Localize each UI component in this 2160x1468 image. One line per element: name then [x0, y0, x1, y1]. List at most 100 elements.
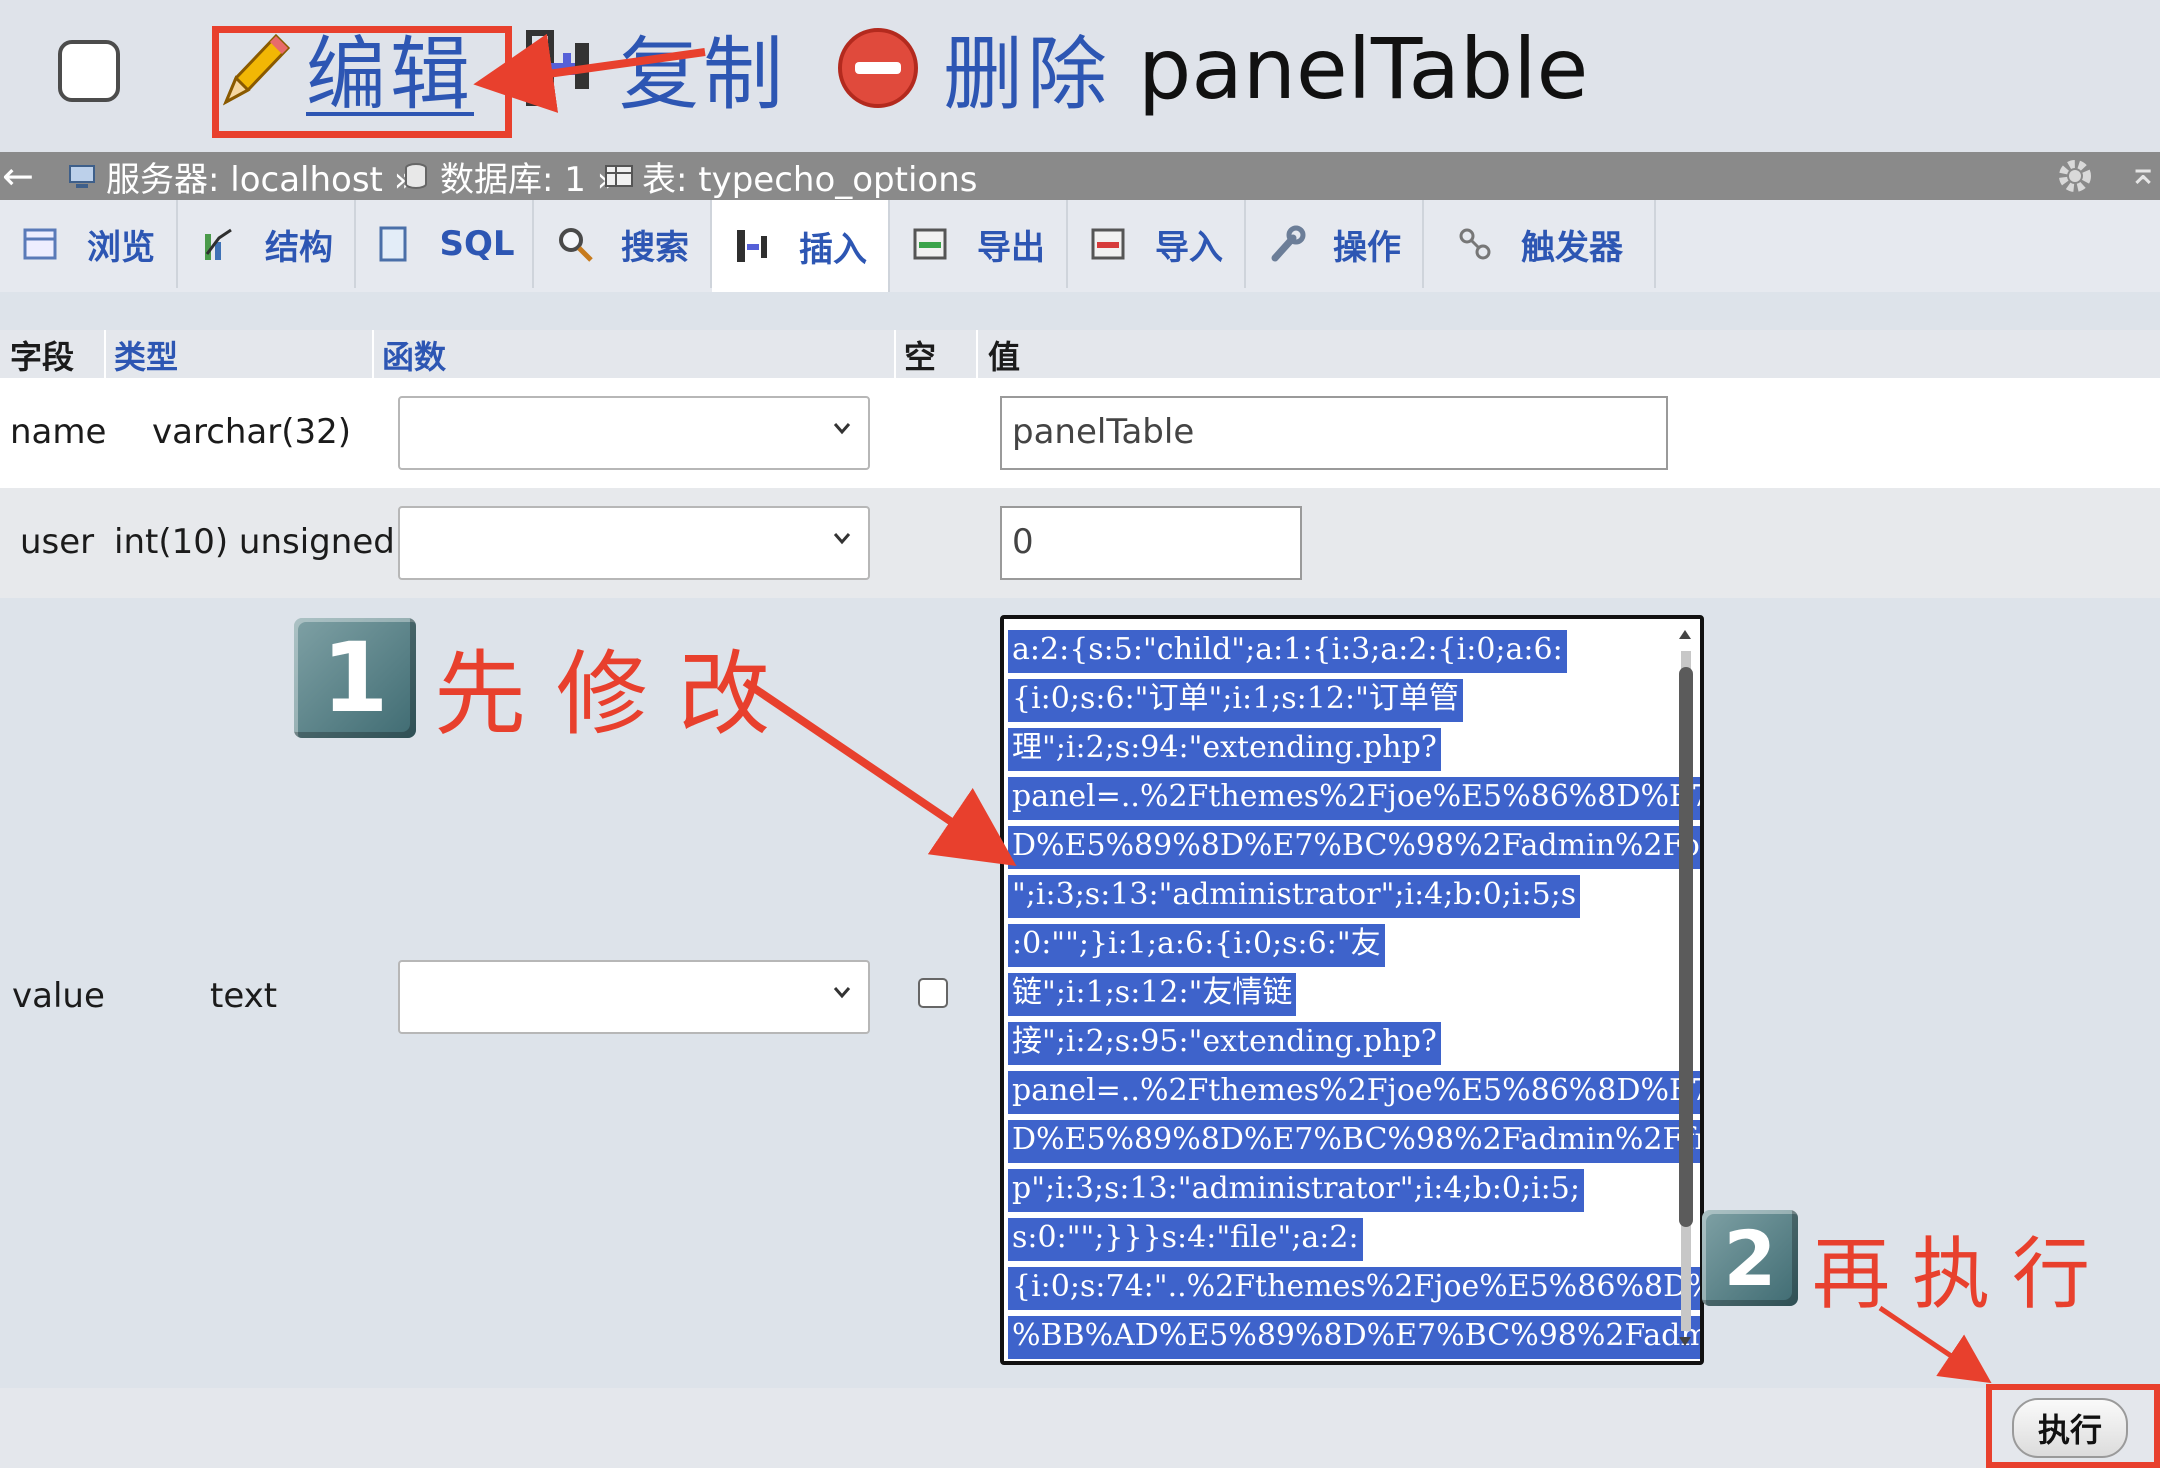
col-field: 字段	[10, 338, 75, 376]
back-arrow-icon[interactable]: ←	[2, 154, 34, 198]
tab-import-label: 导入	[1155, 227, 1223, 268]
edit-highlight-box	[212, 26, 512, 138]
tab-browse[interactable]: 浏览	[0, 200, 178, 288]
breadcrumb-server-text: 服务器: localhost »	[106, 159, 415, 200]
col-function[interactable]: 函数	[382, 332, 446, 378]
chevron-down-icon	[833, 423, 851, 435]
tab-import[interactable]: 导入	[1068, 200, 1246, 288]
breadcrumb-database[interactable]: 数据库: 1 »	[402, 152, 618, 200]
textarea-line-text: panel=..%2Fthemes%2Fjoe%E5%86%8D%E7%BB%A	[1008, 1071, 1700, 1114]
step-2-badge: 2	[1702, 1210, 1798, 1306]
textarea-line-text: {i:0;s:6:"订单";i:1;s:12:"订单管	[1008, 679, 1463, 722]
sql-icon	[379, 226, 407, 262]
row-select-checkbox[interactable]	[58, 40, 120, 102]
textarea-line: 接";i:2;s:95:"extending.php?	[1008, 1017, 1678, 1066]
copy-label: 复制	[619, 28, 787, 121]
tab-sql[interactable]: SQL	[356, 200, 534, 288]
export-icon	[913, 228, 947, 260]
textarea-line: :0:"";}i:1;a:6:{i:0;s:6:"友	[1008, 919, 1678, 968]
function-select[interactable]	[398, 960, 870, 1034]
column-header-row: 字段 类型 函数 空 值	[0, 330, 2160, 378]
breadcrumb-table[interactable]: 表: typecho_options	[604, 152, 977, 200]
import-icon	[1091, 228, 1125, 260]
delete-button[interactable]: 删除	[835, 18, 1111, 121]
breadcrumb-server[interactable]: 服务器: localhost »	[68, 152, 415, 200]
textarea-line-text: D%E5%89%8D%E7%BC%98%2Fadmin%2Forders.php	[1008, 826, 1700, 869]
textarea-line-text: 链";i:1;s:12:"友情链	[1008, 973, 1297, 1016]
value-input[interactable]: panelTable	[1000, 396, 1668, 470]
field-name: name	[10, 412, 107, 452]
row-title: panelTable	[1138, 20, 1589, 118]
form-footer	[0, 1388, 2160, 1468]
tab-bar: 浏览 结构 SQL 搜索 插入 导出 导入 操作 触发器	[0, 200, 2160, 292]
textarea-line: panel=..%2Fthemes%2Fjoe%E5%86%8D%E7%BB%A	[1008, 1066, 1700, 1115]
tab-search[interactable]: 搜索	[534, 200, 712, 288]
tab-operations[interactable]: 操作	[1246, 200, 1424, 288]
tab-export-label: 导出	[977, 227, 1045, 268]
tab-operations-label: 操作	[1333, 227, 1401, 268]
tab-insert[interactable]: 插入	[712, 200, 890, 292]
gear-icon[interactable]	[2055, 156, 2095, 196]
copy-button[interactable]: 复制	[525, 18, 787, 121]
textarea-line: D%E5%89%8D%E7%BC%98%2Fadmin%2Forders.php	[1008, 821, 1700, 870]
textarea-line: s:0:"";}}}s:4:"file";a:2:	[1008, 1213, 1678, 1262]
browse-icon	[23, 228, 57, 260]
chevron-down-icon	[833, 533, 851, 545]
insert-icon	[737, 230, 767, 262]
field-type: varchar(32)	[152, 412, 352, 452]
col-value: 值	[988, 338, 1021, 376]
chevron-down-icon	[833, 987, 851, 999]
tab-structure[interactable]: 结构	[178, 200, 356, 288]
textarea-line: {i:0;s:74:"..%2Fthemes%2Fjoe%E5%86%8D%E7	[1008, 1262, 1700, 1311]
textarea-line: p";i:3;s:13:"administrator";i:4;b:0;i:5;	[1008, 1164, 1678, 1213]
null-checkbox[interactable]	[918, 978, 948, 1008]
step-2-note: 再执行	[1812, 1230, 2113, 1320]
field-name: user	[20, 522, 95, 562]
textarea-line-text: 理";i:2;s:94:"extending.php?	[1008, 728, 1441, 771]
textarea-line-text: %BB%AD%E5%89%8D%E7%BC%98%2Fadmin%2Forder	[1008, 1316, 1700, 1359]
textarea-line-text: {i:0;s:74:"..%2Fthemes%2Fjoe%E5%86%8D%E7	[1008, 1267, 1700, 1310]
textarea-line-text: :0:"";}i:1;a:6:{i:0;s:6:"友	[1008, 924, 1385, 967]
database-icon	[405, 163, 427, 189]
value-input[interactable]: 0	[1000, 506, 1302, 580]
step-1-note: 先修改	[434, 641, 801, 748]
value-textarea[interactable]: a:2:{s:5:"child";a:1:{i:3;a:2:{i:0;a:6: {…	[1000, 615, 1704, 1365]
col-type[interactable]: 类型	[114, 332, 178, 378]
textarea-line-text: ";i:3;s:13:"administrator";i:4;b:0;i:5;s	[1008, 875, 1581, 918]
collapse-top-icon[interactable]: ⌅	[2128, 152, 2158, 193]
textarea-line-text: panel=..%2Fthemes%2Fjoe%E5%86%8D%E7%BB%A	[1008, 777, 1700, 820]
textarea-line: {i:0;s:6:"订单";i:1;s:12:"订单管	[1008, 674, 1678, 723]
delete-icon	[838, 28, 918, 108]
scroll-thumb[interactable]	[1679, 667, 1693, 1227]
wrench-icon	[1271, 225, 1306, 262]
textarea-line-text: p";i:3;s:13:"administrator";i:4;b:0;i:5;	[1008, 1169, 1584, 1212]
delete-label: 删除	[943, 28, 1111, 121]
trigger-icon	[1459, 228, 1491, 260]
tab-triggers[interactable]: 触发器	[1424, 200, 1656, 288]
textarea-line: 链";i:1;s:12:"友情链	[1008, 968, 1678, 1017]
structure-icon	[205, 228, 232, 260]
breadcrumb-table-text: 表: typecho_options	[642, 159, 978, 200]
function-select[interactable]	[398, 506, 870, 580]
textarea-line: D%E5%89%8D%E7%BC%98%2Fadmin%2Ffriends.ph	[1008, 1115, 1700, 1164]
tab-export[interactable]: 导出	[890, 200, 1068, 288]
textarea-line: 理";i:2;s:94:"extending.php?	[1008, 723, 1678, 772]
textarea-line-text: a:2:{s:5:"child";a:1:{i:3;a:2:{i:0;a:6:	[1008, 630, 1567, 673]
breadcrumb: ← 服务器: localhost » 数据库: 1 » 表: typecho_o…	[0, 152, 2160, 200]
textarea-line-text: 接";i:2;s:95:"extending.php?	[1008, 1022, 1441, 1065]
table-row: user int(10) unsigned 0	[0, 488, 2160, 598]
go-highlight-box	[1986, 1384, 2160, 1468]
breadcrumb-database-text: 数据库: 1 »	[440, 159, 618, 200]
field-type: text	[210, 976, 278, 1016]
textarea-line: panel=..%2Fthemes%2Fjoe%E5%86%8D%E7%BB%A	[1008, 772, 1700, 821]
textarea-scrollbar[interactable]	[1676, 627, 1694, 1353]
function-select[interactable]	[398, 396, 870, 470]
textarea-line: %BB%AD%E5%89%8D%E7%BC%98%2Fadmin%2Forder	[1008, 1311, 1700, 1360]
step-1-badge: 1	[294, 618, 416, 738]
tab-search-label: 搜索	[621, 227, 689, 268]
tab-structure-label: 结构	[265, 227, 333, 268]
scroll-up-icon[interactable]	[1677, 627, 1693, 643]
scroll-down-icon[interactable]	[1677, 1333, 1693, 1349]
tab-sql-label: SQL	[439, 224, 515, 264]
tab-triggers-label: 触发器	[1521, 227, 1623, 268]
